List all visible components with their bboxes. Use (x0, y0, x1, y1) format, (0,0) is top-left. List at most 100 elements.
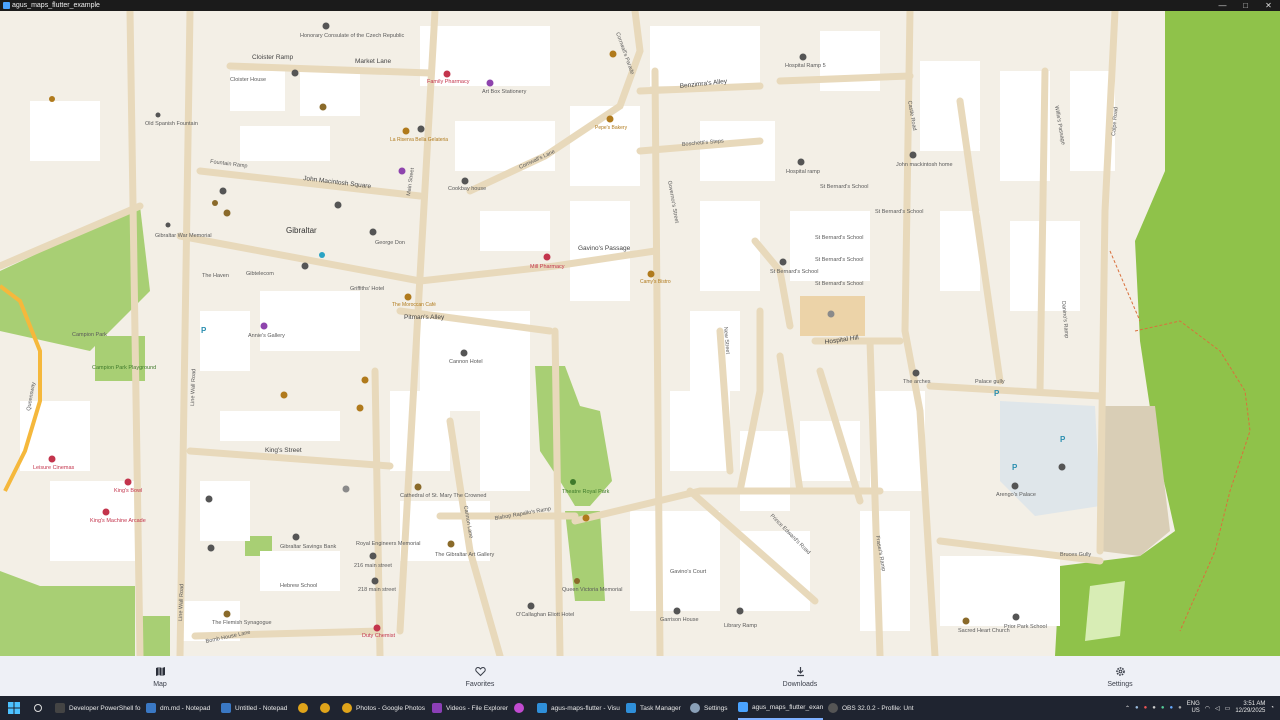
home-marker-icon (909, 151, 917, 159)
taskbar-item-untitled-notepad[interactable]: Untitled - Notepad (221, 696, 287, 720)
notepad-icon (146, 703, 156, 713)
arcade-marker-icon (102, 508, 110, 516)
taskbar-item-videos[interactable]: Videos - File Explorer (432, 696, 508, 720)
map-view[interactable]: P P P P Gibraltar Market Lane Cloister R… (0, 11, 1280, 656)
taskbar-item-powershell[interactable]: Developer PowerShell fo (55, 696, 141, 720)
label-pepe-shop: Pepe's Bakery (595, 125, 628, 131)
label-the-haven: The Haven (202, 273, 229, 279)
chrome-icon (298, 703, 308, 713)
parking-icon: P (1060, 435, 1066, 444)
cafe-marker-icon (609, 50, 617, 58)
art-marker-icon (486, 79, 494, 87)
label-cannon-hotel: Cannon Hotel (449, 359, 483, 365)
nav-favorites[interactable]: Favorites (420, 656, 540, 696)
taskbar-item-task-manager[interactable]: Task Manager (626, 696, 681, 720)
flutter-icon (738, 702, 748, 712)
copilot-icon (514, 703, 524, 713)
poi-marker-icon (736, 607, 744, 615)
label-mill-pharmacy: Mill Pharmacy (530, 264, 565, 270)
label-the-arches: The arches (903, 379, 931, 385)
label-gibtelecom: Gibtelecom (246, 271, 274, 277)
label-bruces-gully: Bruces Gully (1060, 552, 1091, 558)
minimize-button[interactable]: — (1211, 0, 1234, 11)
pharmacy-marker-icon (543, 253, 551, 261)
gallery-marker-icon (447, 540, 455, 548)
poi-marker-icon (342, 485, 350, 493)
poi-marker-icon (223, 209, 231, 217)
tray-app-icon[interactable]: ● (1161, 705, 1165, 711)
clock[interactable]: 3:51 AM 12/29/2025 (1235, 701, 1265, 715)
download-icon (793, 665, 807, 679)
chrome-icon (320, 703, 330, 713)
label-theatre-royal-park: Theatre Royal Park (562, 489, 610, 495)
palace-marker-icon (1011, 482, 1019, 490)
vscode-icon (537, 703, 547, 713)
tray-app-icon[interactable]: ● (1178, 705, 1182, 711)
map-canvas[interactable]: P P P P Gibraltar Market Lane Cloister R… (0, 11, 1280, 656)
nav-map[interactable]: Map (100, 656, 220, 696)
tray-app-icon[interactable]: ● (1152, 705, 1156, 711)
trail-path (1109, 250, 1141, 322)
taskbar-item-agus-maps[interactable]: agus_maps_flutter_exan (738, 696, 824, 720)
volume-icon[interactable]: ◁ (1215, 705, 1220, 712)
label-annies-gallery: Annie's Gallery (248, 333, 285, 339)
hospital-marker-icon (799, 53, 807, 61)
taskbar-item-obs[interactable]: OBS 32.0.2 - Profile: Unt (828, 696, 914, 720)
wifi-icon[interactable]: ◠ (1205, 705, 1210, 712)
school-marker-icon (779, 258, 787, 266)
maximize-button[interactable]: □ (1234, 0, 1257, 11)
obs-icon (828, 703, 838, 713)
label-sacred-heart: Sacred Heart Church (958, 628, 1010, 634)
taskbar-copilot[interactable] (514, 696, 524, 720)
bowling-marker-icon (124, 478, 132, 486)
system-tray: ⌃ ● ● ● ● ● ● ENG US ◠ ◁ ▭ 3:51 AM 12/29/2… (1125, 696, 1274, 720)
battery-icon[interactable]: ▭ (1225, 705, 1231, 712)
cafe-marker-icon (404, 293, 412, 301)
windows-start-icon[interactable] (8, 702, 20, 714)
label-gibraltar: Gibraltar (286, 226, 317, 235)
water-marker-icon (319, 252, 325, 258)
tray-app-icon[interactable]: ● (1135, 705, 1139, 711)
cafe-marker-icon (356, 404, 364, 412)
tray-app-icon[interactable]: ● (1144, 705, 1148, 711)
label-st-bernards-school-5: St Bernard's School (815, 281, 863, 287)
taskbar-item-vscode[interactable]: agus-maps-flutter - Visu (537, 696, 620, 720)
label-garrison-house: Garrison House (660, 617, 699, 623)
label-campion-park: Campion Park (72, 332, 107, 338)
label-cookbay-house: Cookbay house (448, 186, 486, 192)
map-icon (153, 665, 167, 679)
nav-downloads[interactable]: Downloads (740, 656, 860, 696)
label-st-bernards-school: St Bernard's School (820, 184, 868, 190)
taskbar-chrome-1[interactable] (298, 696, 308, 720)
label-queen-victoria: Queen Victoria Memorial (562, 587, 622, 593)
church-marker-icon (414, 483, 422, 491)
taskbar-item-dm-notepad[interactable]: dm.md - Notepad (146, 696, 210, 720)
tray-app-icon[interactable]: ● (1170, 705, 1174, 711)
label-cornwalls-parade: Cornwall's Parade (614, 32, 635, 76)
window-title: agus_maps_flutter_example (12, 2, 100, 9)
memorial-marker-icon (574, 578, 580, 584)
hotel-marker-icon (460, 349, 468, 357)
bottom-navigation: Map Favorites Downloads Settings (0, 656, 1280, 696)
cafe-marker-icon (402, 127, 410, 135)
taskbar-item-settings[interactable]: Settings (690, 696, 728, 720)
label-hebrew-school: Hebrew School (280, 583, 317, 589)
label-prior-park: Prior Park School (1004, 624, 1047, 630)
nav-favorites-label: Favorites (465, 680, 495, 688)
poi-marker-icon (417, 125, 425, 133)
close-button[interactable]: ✕ (1257, 0, 1280, 11)
chevron-up-icon[interactable]: ⌃ (1125, 705, 1130, 712)
notification-icon[interactable]: ◔ (1270, 705, 1274, 711)
taskbar-item-photos[interactable]: Photos - Google Photos (342, 696, 425, 720)
poi-marker-icon (461, 177, 469, 185)
gear-icon (690, 703, 700, 713)
search-icon[interactable] (33, 696, 43, 720)
label-cloister-house: Cloister House (230, 77, 266, 83)
task-manager-icon (626, 703, 636, 713)
language-indicator[interactable]: ENG US (1187, 701, 1200, 715)
nav-settings[interactable]: Settings (1060, 656, 1180, 696)
taskbar-chrome-2[interactable] (320, 696, 330, 720)
poi-marker-icon (207, 544, 215, 552)
label-kings-bowl: King's Bowl (114, 488, 142, 494)
poi-marker-icon (205, 495, 213, 503)
